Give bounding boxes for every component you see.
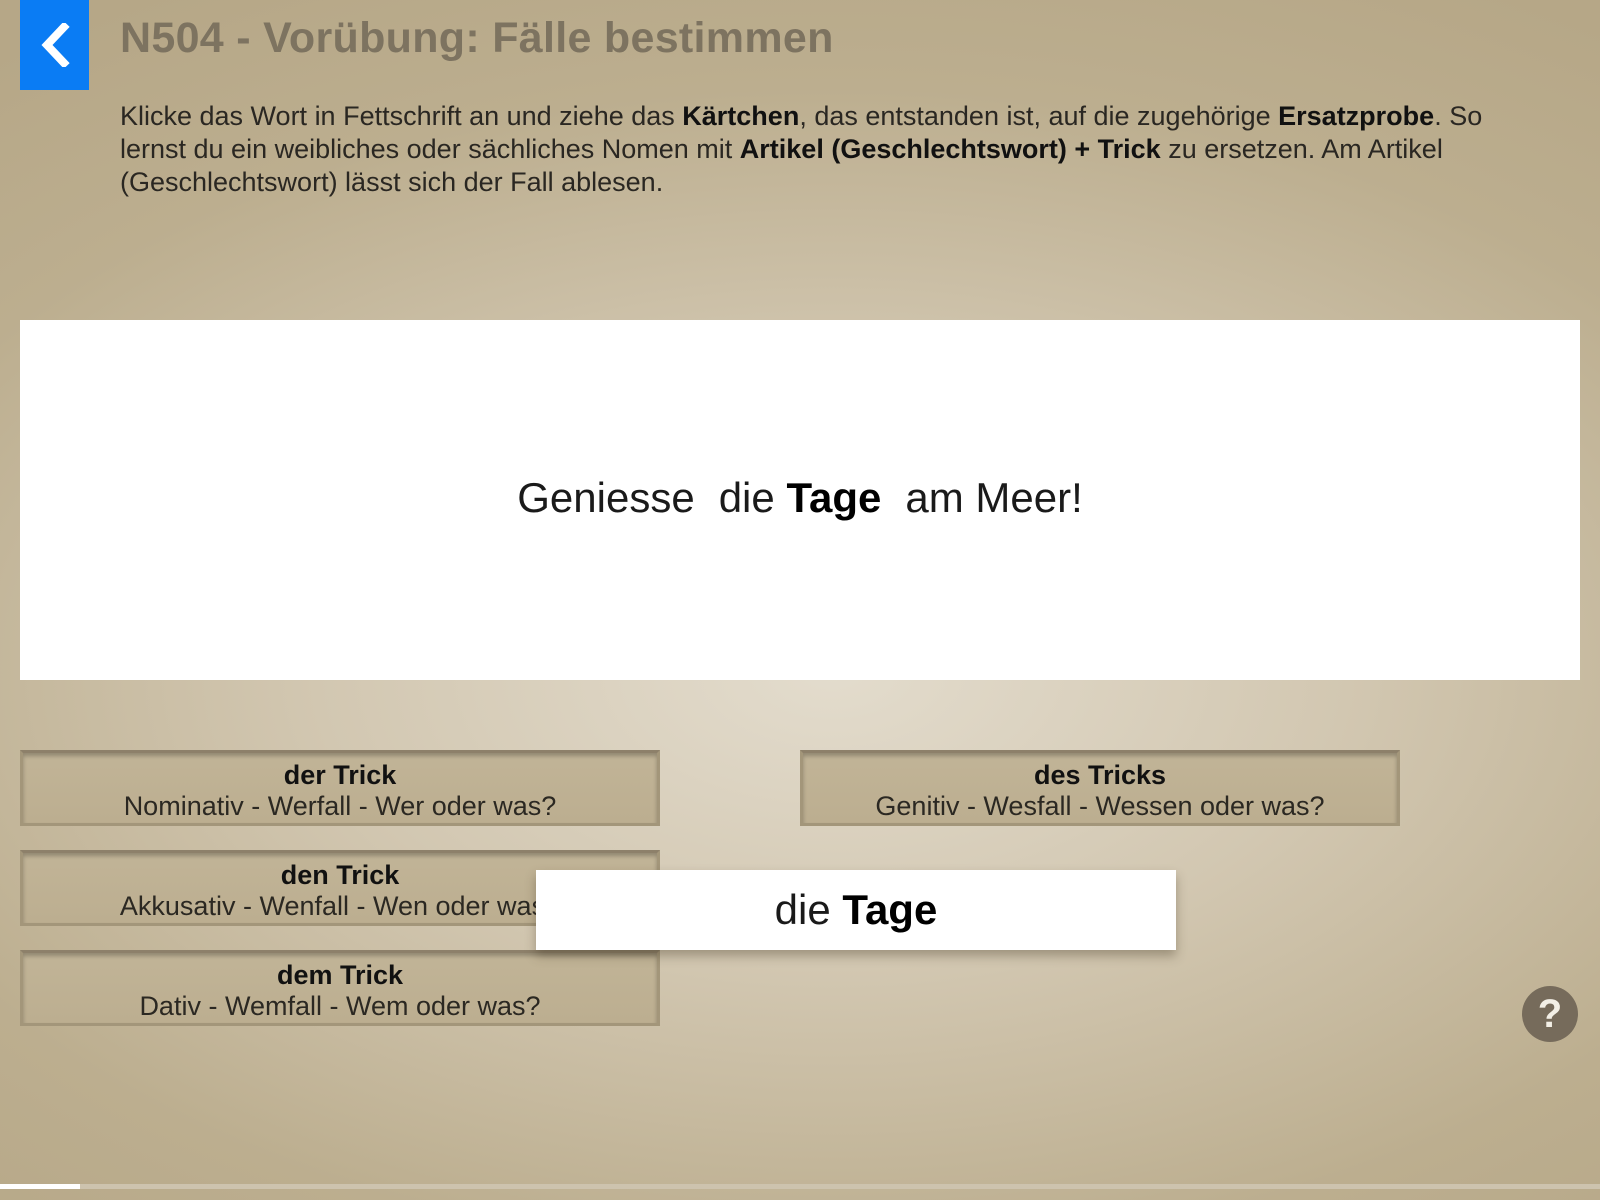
help-button[interactable]: ? [1522, 986, 1578, 1042]
sentence-article[interactable]: die [719, 474, 775, 522]
exercise-sentence: Geniesse die Tage am Meer! [20, 474, 1580, 522]
instructions-bold-artikel-trick: Artikel (Geschlechtswort) + Trick [739, 134, 1161, 164]
drop-zone-dativ[interactable]: dem Trick Dativ - Wemfall - Wem oder was… [20, 950, 660, 1026]
sentence-word-am-meer: am Meer! [905, 474, 1083, 521]
drop-zone-genitiv[interactable]: des Tricks Genitiv - Wesfall - Wessen od… [800, 750, 1400, 826]
back-button[interactable] [20, 0, 89, 90]
chevron-left-icon [40, 23, 70, 67]
sentence-panel: Geniesse die Tage am Meer! [20, 320, 1580, 680]
drop-zone-article: der Trick [283, 760, 397, 790]
instructions-bold-kaertchen: Kärtchen [682, 101, 800, 131]
instructions: Klicke das Wort in Fettschrift an und zi… [120, 100, 1540, 199]
drop-zone-article: des Tricks [1033, 760, 1167, 790]
question-mark-icon: ? [1537, 992, 1563, 1036]
drop-zone-description: Nominativ - Werfall - Wer oder was? [123, 791, 557, 821]
drop-zone-nominativ[interactable]: der Trick Nominativ - Werfall - Wer oder… [20, 750, 660, 826]
page-title: N504 - Vorübung: Fälle bestimmen [120, 14, 834, 62]
instructions-text-2: , das entstanden ist, auf die zugehörige [799, 101, 1279, 131]
draggable-card[interactable]: die Tage [536, 870, 1176, 950]
card-article: die [774, 886, 831, 933]
drop-zone-description: Dativ - Wemfall - Wem oder was? [139, 991, 541, 1021]
sentence-bold-noun[interactable]: Tage [786, 474, 881, 521]
card-noun: Tage [842, 886, 938, 933]
drop-zone-article: dem Trick [276, 960, 404, 990]
sentence-target-phrase[interactable]: die Tage [719, 474, 882, 522]
instructions-text-1: Klicke das Wort in Fettschrift an und zi… [120, 101, 683, 131]
progress-bar [0, 1184, 1600, 1189]
instructions-bold-ersatzprobe: Ersatzprobe [1278, 101, 1435, 131]
progress-fill [0, 1184, 80, 1189]
drop-zone-description: Genitiv - Wesfall - Wessen oder was? [875, 791, 1325, 821]
sentence-word-geniesse: Geniesse [517, 474, 695, 521]
